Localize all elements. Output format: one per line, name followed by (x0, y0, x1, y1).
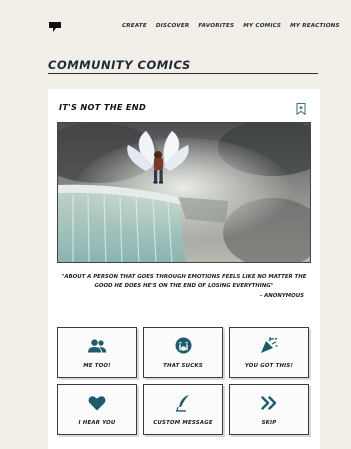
comic-quote: "ABOUT A PERSON THAT GOES THROUGH EMOTIO… (61, 274, 307, 290)
section-divider (48, 73, 318, 74)
reaction-label: ME TOO! (83, 363, 111, 369)
top-nav: CREATE DISCOVER FAVORITES MY COMICS MY R… (122, 23, 349, 29)
bookmark-add-icon[interactable] (296, 100, 306, 116)
party-popper-icon (230, 337, 308, 354)
comic-title: IT'S NOT THE END (59, 102, 147, 112)
reaction-i-hear-you-button[interactable]: I HEAR YOU (57, 384, 137, 435)
nav-discover[interactable]: DISCOVER (156, 23, 189, 29)
nav-my-reactions[interactable]: MY REACTIONS (290, 23, 340, 29)
reaction-label: I HEAR YOU (78, 420, 116, 426)
feather-pen-icon (144, 394, 222, 412)
comic-panel-image[interactable] (57, 122, 311, 263)
logo-speech-bubble-icon[interactable] (48, 18, 62, 37)
reaction-label: YOU GOT THIS! (244, 363, 294, 369)
nav-create[interactable]: CREATE (122, 23, 147, 29)
heart-icon (58, 394, 136, 411)
double-chevron-right-icon (230, 394, 308, 411)
users-icon (58, 337, 136, 354)
reaction-me-too-button[interactable]: ME TOO! (57, 327, 137, 378)
reaction-label: THAT SUCKS (163, 363, 203, 369)
crying-face-icon (144, 337, 222, 354)
section-title: COMMUNITY COMICS (48, 58, 191, 72)
reaction-label: CUSTOM MESSAGE (153, 420, 213, 426)
comic-card: IT'S NOT THE END "ABOUT A PERSON THAT GO… (48, 89, 320, 449)
reaction-that-sucks-button[interactable]: THAT SUCKS (143, 327, 223, 378)
reaction-you-got-this-button[interactable]: YOU GOT THIS! (229, 327, 309, 378)
reaction-label: SKIP (261, 420, 277, 426)
reaction-skip-button[interactable]: SKIP (229, 384, 309, 435)
comic-author: - ANONYMOUS (259, 293, 304, 299)
nav-my-comics[interactable]: MY COMICS (243, 23, 281, 29)
nav-favorites[interactable]: FAVORITES (198, 23, 234, 29)
reaction-custom-message-button[interactable]: CUSTOM MESSAGE (143, 384, 223, 435)
